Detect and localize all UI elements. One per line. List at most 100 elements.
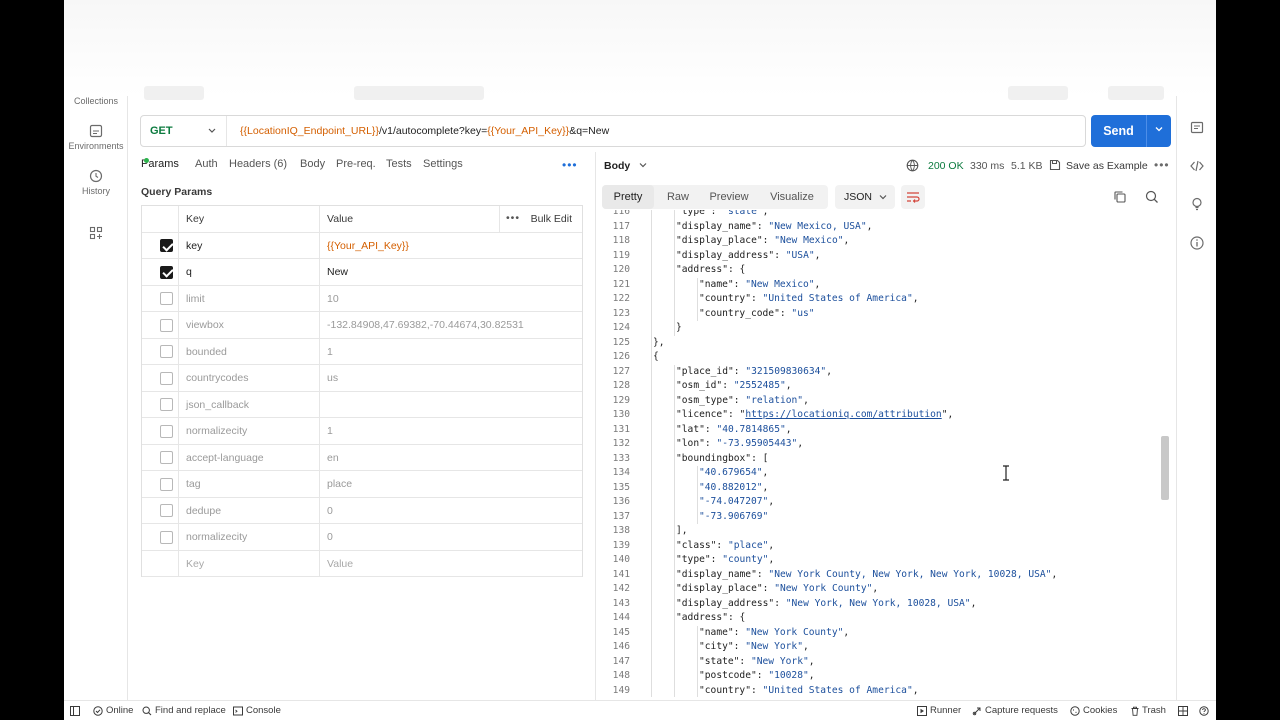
- param-value[interactable]: en: [327, 445, 339, 471]
- new-key-input[interactable]: Key: [186, 551, 204, 577]
- param-checkbox[interactable]: [160, 292, 173, 305]
- param-checkbox[interactable]: [160, 477, 173, 491]
- indent-guide: [674, 553, 675, 568]
- param-value[interactable]: 0: [327, 524, 333, 550]
- format-select[interactable]: JSON: [835, 185, 895, 209]
- param-key[interactable]: q: [186, 259, 192, 285]
- documentation-icon[interactable]: [1189, 120, 1205, 136]
- param-row: bounded 1: [142, 338, 582, 365]
- send-button[interactable]: Send: [1091, 115, 1171, 147]
- tab-raw[interactable]: Raw: [658, 185, 698, 209]
- send-options-button[interactable]: [1146, 115, 1171, 147]
- param-checkbox[interactable]: [160, 345, 173, 358]
- param-value[interactable]: 1: [327, 339, 333, 365]
- wrap-lines-button[interactable]: [901, 185, 925, 209]
- code-text: "postcode": "10028",: [699, 670, 815, 681]
- console-button[interactable]: Console: [246, 705, 281, 716]
- param-key[interactable]: key: [186, 233, 202, 259]
- status-badge[interactable]: 200 OK: [928, 160, 964, 172]
- sidebar-item-collections[interactable]: Collections: [64, 96, 128, 106]
- param-key[interactable]: dedupe: [186, 498, 221, 524]
- sidebar-item-apps[interactable]: [64, 226, 128, 243]
- param-checkbox[interactable]: [160, 265, 173, 279]
- param-key[interactable]: viewbox: [186, 312, 224, 338]
- tab-body[interactable]: Body: [300, 158, 325, 170]
- help-icon[interactable]: [1199, 706, 1209, 716]
- new-value-input[interactable]: Value: [327, 551, 353, 577]
- param-value[interactable]: {{Your_API_Key}}: [327, 233, 409, 259]
- param-checkbox[interactable]: [160, 371, 173, 385]
- param-checkbox[interactable]: [160, 318, 173, 332]
- param-value[interactable]: -132.84908,47.69382,-70.44674,30.82531: [327, 312, 524, 338]
- code-text: "boundingbox": [: [676, 452, 769, 464]
- response-body-select[interactable]: Body: [604, 160, 647, 172]
- code-text: }: [676, 322, 682, 333]
- param-value[interactable]: 1: [327, 418, 333, 444]
- postman-window: Collections Environments History GET {{L…: [64, 0, 1216, 720]
- tab-headers[interactable]: Headers (6): [229, 158, 287, 170]
- more-icon[interactable]: •••: [506, 206, 520, 230]
- lightbulb-icon[interactable]: [1189, 196, 1205, 212]
- tab-auth[interactable]: Auth: [195, 158, 218, 170]
- layout-icon[interactable]: [1178, 706, 1188, 716]
- param-key[interactable]: json_callback: [186, 392, 249, 418]
- param-key[interactable]: normalizecity: [186, 524, 247, 550]
- globe-icon[interactable]: [906, 159, 919, 172]
- param-key[interactable]: bounded: [186, 339, 227, 365]
- param-key[interactable]: limit: [186, 286, 205, 312]
- response-more-icon[interactable]: •••: [1154, 158, 1170, 172]
- indent-guide: [651, 292, 652, 307]
- param-checkbox[interactable]: [160, 504, 173, 517]
- response-scrollbar[interactable]: [1161, 214, 1169, 696]
- online-status[interactable]: Online: [106, 705, 133, 716]
- method-select[interactable]: GET: [141, 116, 227, 146]
- sidebar-item-history[interactable]: History: [64, 169, 128, 196]
- param-checkbox[interactable]: [160, 398, 173, 411]
- param-checkbox[interactable]: [160, 239, 173, 252]
- capture-requests-button[interactable]: Capture requests: [985, 705, 1058, 716]
- indent-guide: [651, 219, 652, 234]
- param-key[interactable]: normalizecity: [186, 418, 247, 444]
- param-value[interactable]: 10: [327, 286, 339, 312]
- tab-preview[interactable]: Preview: [702, 185, 756, 209]
- search-icon[interactable]: [1145, 190, 1159, 204]
- param-row: normalizecity 0: [142, 524, 582, 551]
- param-key[interactable]: tag: [186, 471, 201, 497]
- response-json-viewer[interactable]: 116 "type": "state", 117 "display_name": "N…: [602, 210, 1162, 697]
- info-icon[interactable]: [1189, 235, 1205, 251]
- copy-icon[interactable]: [1113, 190, 1127, 204]
- param-checkbox[interactable]: [160, 424, 173, 438]
- tab-settings[interactable]: Settings: [423, 158, 463, 170]
- scrollbar-thumb[interactable]: [1161, 436, 1169, 500]
- save-as-example-button[interactable]: Save as Example: [1066, 160, 1148, 172]
- param-checkbox[interactable]: [160, 451, 173, 464]
- pane-splitter[interactable]: [595, 152, 596, 700]
- code-text: "city": "New York",: [699, 641, 809, 652]
- param-value[interactable]: New: [327, 259, 348, 285]
- tab-visualize[interactable]: Visualize: [760, 185, 824, 209]
- sidebar-toggle-icon[interactable]: [70, 706, 80, 716]
- param-key[interactable]: accept-language: [186, 445, 264, 471]
- url-input[interactable]: {{LocationIQ_Endpoint_URL}}/v1/autocompl…: [240, 116, 609, 146]
- runner-button[interactable]: Runner: [930, 705, 961, 716]
- response-size[interactable]: 5.1 KB: [1011, 160, 1043, 172]
- capture-icon: [972, 707, 981, 716]
- right-sidebar: [1176, 96, 1216, 700]
- param-value[interactable]: place: [327, 471, 352, 497]
- tab-pretty[interactable]: Pretty: [602, 185, 654, 209]
- tab-tests[interactable]: Tests: [386, 158, 412, 170]
- param-checkbox[interactable]: [160, 530, 173, 544]
- trash-button[interactable]: Trash: [1142, 705, 1166, 716]
- more-options-icon[interactable]: •••: [562, 158, 578, 172]
- param-value[interactable]: 0: [327, 498, 333, 524]
- response-time[interactable]: 330 ms: [970, 160, 1004, 172]
- tab-prereq[interactable]: Pre-req.: [336, 158, 376, 170]
- sidebar-item-environments[interactable]: Environments: [64, 124, 128, 151]
- cookies-button[interactable]: Cookies: [1083, 705, 1117, 716]
- find-replace-button[interactable]: Find and replace: [155, 705, 226, 716]
- param-value[interactable]: us: [327, 365, 338, 391]
- indent-guide: [651, 654, 652, 669]
- param-key[interactable]: countrycodes: [186, 365, 248, 391]
- code-icon[interactable]: [1189, 158, 1205, 174]
- bulk-edit-button[interactable]: Bulk Edit: [531, 206, 572, 232]
